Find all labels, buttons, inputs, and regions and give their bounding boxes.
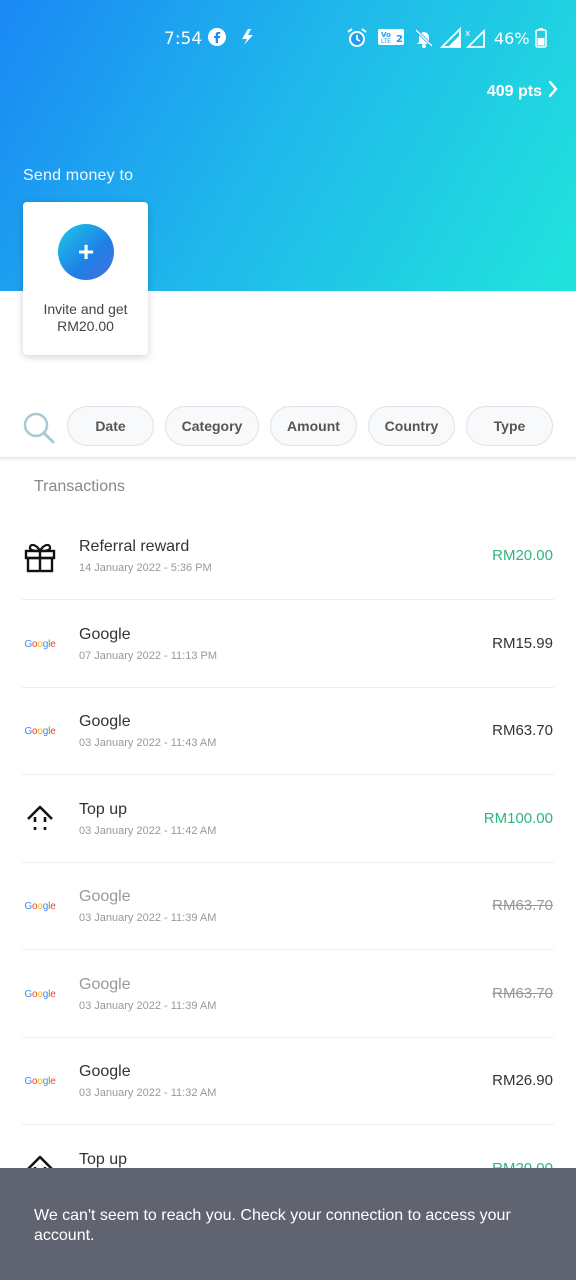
transaction-date: 03 January 2022 - 11:42 AM xyxy=(79,825,217,837)
google-logo: Google xyxy=(24,638,56,650)
transaction-row[interactable]: Google Google 03 January 2022 - 11:43 AM… xyxy=(0,687,576,775)
mute-icon xyxy=(413,27,435,54)
transaction-amount: RM15.99 xyxy=(492,635,553,652)
transaction-name: Google xyxy=(79,1063,131,1080)
transaction-amount: RM26.90 xyxy=(492,1072,553,1089)
google-logo: Google xyxy=(24,900,56,912)
status-time: 7:54 xyxy=(164,29,203,49)
status-bar: 7:54 Vo LTE 2 x 46% xyxy=(0,24,576,54)
google-logo: Google xyxy=(24,725,56,737)
invite-line1: Invite and get xyxy=(43,301,128,317)
transaction-name: Google xyxy=(79,976,131,993)
transaction-date: 03 January 2022 - 11:43 AM xyxy=(79,737,217,749)
gift-icon xyxy=(20,536,60,576)
transaction-date: 07 January 2022 - 11:13 PM xyxy=(79,650,217,662)
alarm-icon xyxy=(346,27,368,54)
snackbar-message: We can't seem to reach you. Check your c… xyxy=(34,1207,511,1244)
transaction-row[interactable]: Google Google 07 January 2022 - 11:13 PM… xyxy=(0,600,576,688)
transactions-title: Transactions xyxy=(34,478,125,495)
transaction-row[interactable]: Google Google 03 January 2022 - 11:39 AM… xyxy=(0,950,576,1038)
transaction-row[interactable]: Referral reward 14 January 2022 - 5:36 P… xyxy=(0,512,576,600)
filter-chip-type[interactable]: Type xyxy=(466,406,553,446)
filter-chip-date[interactable]: Date xyxy=(67,406,154,446)
transaction-date: 03 January 2022 - 11:39 AM xyxy=(79,1000,217,1012)
battery-percent: 46% xyxy=(494,29,530,48)
svg-text:2: 2 xyxy=(396,34,403,45)
svg-text:x: x xyxy=(465,29,471,39)
transaction-name: Google xyxy=(79,713,131,730)
app-icon xyxy=(238,27,256,52)
transaction-amount: RM63.70 xyxy=(492,897,553,914)
top-up-icon xyxy=(20,799,60,839)
invite-card[interactable]: + Invite and get RM20.00 xyxy=(23,202,148,355)
signal-x-icon: x xyxy=(464,27,488,54)
transaction-date: 14 January 2022 - 5:36 PM xyxy=(79,562,212,574)
transaction-name: Google xyxy=(79,888,131,905)
transaction-name: Google xyxy=(79,626,131,643)
transaction-amount: RM20.00 xyxy=(492,547,553,564)
signal-icon xyxy=(439,26,462,54)
invite-line2: RM20.00 xyxy=(57,318,114,334)
transaction-date: 03 January 2022 - 11:32 AM xyxy=(79,1087,217,1099)
filter-chip-category[interactable]: Category xyxy=(165,406,259,446)
google-logo: Google xyxy=(24,1075,56,1087)
transaction-amount: RM63.70 xyxy=(492,985,553,1002)
transaction-row[interactable]: Top up 03 January 2022 - 11:42 AM RM100.… xyxy=(0,775,576,863)
transaction-date: 03 January 2022 - 11:39 AM xyxy=(79,912,217,924)
filter-bar: Date Category Amount Country Type xyxy=(0,405,576,447)
search-icon[interactable] xyxy=(22,411,56,450)
filter-chip-country[interactable]: Country xyxy=(368,406,455,446)
transaction-amount: RM63.70 xyxy=(492,722,553,739)
transaction-amount: RM100.00 xyxy=(483,810,553,827)
filter-chip-amount[interactable]: Amount xyxy=(270,406,357,446)
facebook-icon xyxy=(207,27,227,52)
transaction-row[interactable]: Google Google 03 January 2022 - 11:32 AM… xyxy=(0,1037,576,1125)
invite-text: Invite and get RM20.00 xyxy=(23,301,148,335)
google-logo: Google xyxy=(24,988,56,1000)
volte-icon: Vo LTE 2 xyxy=(377,27,405,52)
transaction-name: Referral reward xyxy=(79,538,190,555)
connection-error-snackbar: We can't seem to reach you. Check your c… xyxy=(0,1168,576,1280)
plus-icon: + xyxy=(58,224,114,280)
transaction-row[interactable]: Google Google 03 January 2022 - 11:39 AM… xyxy=(0,862,576,950)
battery-icon xyxy=(535,28,547,53)
filter-divider xyxy=(0,457,576,461)
transaction-name: Top up xyxy=(79,801,128,818)
send-money-label: Send money to xyxy=(23,167,134,184)
points-link[interactable]: 409 pts xyxy=(487,80,558,103)
svg-text:LTE: LTE xyxy=(381,38,391,45)
chevron-right-icon xyxy=(548,80,558,103)
points-value: 409 pts xyxy=(486,82,542,100)
transaction-name: Top up xyxy=(79,1151,128,1168)
